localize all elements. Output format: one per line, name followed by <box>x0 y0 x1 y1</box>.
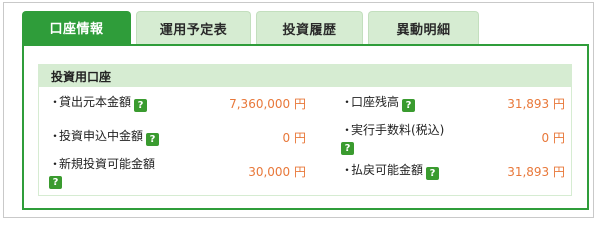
account-summary-grid: ・貸出元本金額? 7,360,000 円 ・口座残高? 31,893 円 ・投資… <box>39 87 571 196</box>
execution-fee-value: 0 円 <box>541 131 565 145</box>
help-icon[interactable]: ? <box>49 176 62 189</box>
refundable-amount-value: 31,893 円 <box>507 165 565 179</box>
account-balance-label: ・口座残高? <box>341 95 416 112</box>
new-investable-value: 30,000 円 <box>248 165 306 179</box>
execution-fee-label: ・実行手数料(税込)? <box>341 123 445 155</box>
section-title: 投資用口座 <box>39 65 571 87</box>
investment-account-card: 投資用口座 ・貸出元本金額? 7,360,000 円 ・口座残高? 31,893… <box>38 64 572 196</box>
tab-panel: 投資用口座 ・貸出元本金額? 7,360,000 円 ・口座残高? 31,893… <box>22 44 589 210</box>
help-icon[interactable]: ? <box>341 142 354 155</box>
tab-transaction-details[interactable]: 異動明細 <box>368 11 479 44</box>
help-icon[interactable]: ? <box>426 167 440 180</box>
loan-principal-value: 7,360,000 円 <box>229 97 306 111</box>
pending-investment-label: ・投資申込中金額? <box>49 129 160 146</box>
tab-account-info[interactable]: 口座情報 <box>22 11 131 44</box>
tab-bar: 口座情報 運用予定表 投資履歴 異動明細 <box>22 11 479 44</box>
account-balance-value: 31,893 円 <box>507 97 565 111</box>
account-info-frame: 口座情報 運用予定表 投資履歴 異動明細 投資用口座 ・貸出元本金額? 7,36… <box>3 2 594 218</box>
pending-investment-value: 0 円 <box>282 131 306 145</box>
new-investable-label: ・新規投資可能金額? <box>49 157 156 189</box>
help-icon[interactable]: ? <box>402 99 416 112</box>
help-icon[interactable]: ? <box>146 133 160 146</box>
tab-investment-history[interactable]: 投資履歴 <box>256 11 363 44</box>
loan-principal-label: ・貸出元本金額? <box>49 95 148 112</box>
refundable-amount-label: ・払戻可能金額? <box>341 163 440 180</box>
help-icon[interactable]: ? <box>134 99 148 112</box>
tab-investment-schedule[interactable]: 運用予定表 <box>136 11 251 44</box>
